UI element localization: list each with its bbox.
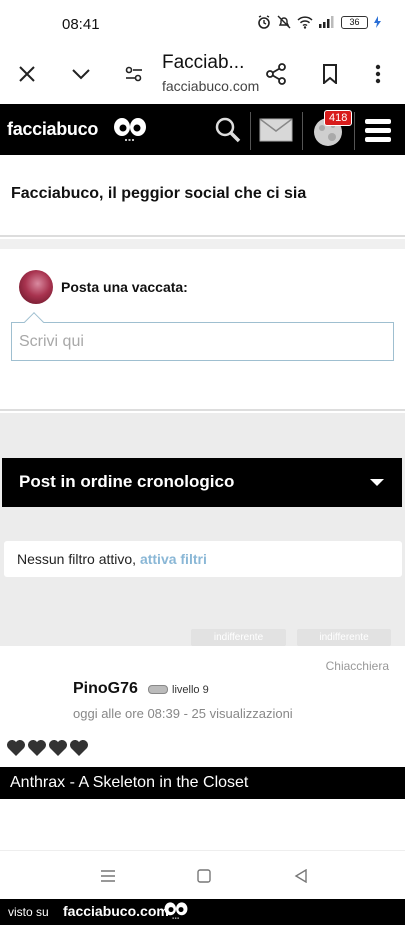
watermark-prefix: visto su: [8, 905, 49, 919]
indifferent-button[interactable]: indifferente: [191, 629, 286, 646]
battery-icon: 36: [341, 15, 368, 29]
composer-label: Posta una vaccata:: [61, 279, 188, 295]
black-heart-icon: [28, 740, 46, 756]
hamburger-icon: [365, 119, 391, 142]
caret-down-icon: [370, 479, 384, 486]
tune-icon: [125, 66, 142, 82]
android-nav-bar: [0, 850, 405, 899]
search-button[interactable]: [210, 109, 246, 151]
user-level: livello 9: [172, 684, 209, 696]
status-icons: 36: [257, 15, 381, 29]
browser-url[interactable]: facciabuco.com: [162, 78, 259, 94]
avatar[interactable]: [19, 270, 53, 304]
post-category[interactable]: Chiacchiera: [326, 659, 389, 673]
order-dropdown[interactable]: Post in ordine cronologico: [2, 458, 402, 507]
page-title: Facciabuco, il peggior social che ci sia: [11, 185, 307, 202]
close-icon: [19, 66, 35, 82]
header-divider: [250, 112, 251, 150]
filter-status: Nessun filtro attivo, attiva filtri: [17, 551, 207, 567]
status-time: 08:41: [62, 16, 100, 33]
post-meta: oggi alle ore 08:39 - 25 visualizzazioni: [73, 706, 293, 721]
minimize-button[interactable]: [65, 58, 97, 90]
browser-toolbar: Facciab... facciabuco.com: [0, 46, 405, 104]
logo-eyes-icon: [112, 116, 148, 149]
post-author[interactable]: PinoG76: [73, 680, 138, 698]
indifferent-button[interactable]: indifferente: [297, 629, 391, 646]
menu-lines-icon: [101, 870, 115, 882]
black-heart-icon: [7, 740, 25, 756]
signal-icon: [319, 16, 335, 28]
status-bar: 08:41 36: [0, 0, 405, 46]
alarm-icon: [257, 15, 271, 29]
watermark-site: facciabuco.com: [63, 903, 169, 919]
post-song-title[interactable]: Anthrax - A Skeleton in the Closet: [0, 767, 405, 799]
share-icon: [266, 63, 286, 85]
recents-button[interactable]: [97, 867, 119, 885]
messages-button[interactable]: [257, 109, 295, 151]
site-settings-button[interactable]: [118, 58, 150, 90]
charging-icon: [374, 16, 381, 28]
more-options-button[interactable]: [362, 58, 394, 90]
notification-count-badge: 418: [324, 110, 353, 126]
watermark-bar: visto su facciabuco.com: [0, 899, 405, 925]
post-composer: Posta una vaccata:: [0, 249, 405, 411]
feed-controls-area: [0, 413, 405, 646]
black-heart-icon: [70, 740, 88, 756]
bookmark-icon: [323, 64, 337, 84]
mute-icon: [277, 15, 291, 29]
bookmark-button[interactable]: [314, 58, 346, 90]
triangle-back-icon: [294, 869, 307, 883]
mail-icon: [259, 118, 293, 142]
more-vert-icon: [375, 64, 381, 84]
filter-box: Nessun filtro attivo, attiva filtri: [4, 541, 402, 577]
browser-page-title: Facciab...: [162, 52, 245, 73]
square-icon: [197, 869, 211, 883]
post-input[interactable]: [11, 322, 394, 361]
hearts-row: [6, 739, 89, 757]
search-icon: [215, 117, 241, 143]
title-section: Facciabuco, il peggior social che ci sia: [0, 155, 405, 237]
back-button[interactable]: [290, 867, 312, 885]
wifi-icon: [297, 15, 313, 29]
close-tab-button[interactable]: [11, 58, 43, 90]
section-gap: [0, 239, 405, 249]
site-logo[interactable]: facciabuco: [7, 119, 98, 140]
header-divider: [354, 112, 355, 150]
order-label: Post in ordine cronologico: [19, 472, 235, 491]
home-button[interactable]: [193, 867, 215, 885]
activate-filters-link[interactable]: attiva filtri: [140, 551, 207, 567]
level-badge-icon: [148, 685, 168, 694]
menu-button[interactable]: [362, 109, 394, 151]
share-button[interactable]: [260, 58, 292, 90]
filter-status-text: Nessun filtro attivo,: [17, 551, 140, 567]
chevron-down-icon: [72, 69, 90, 80]
black-heart-icon: [49, 740, 67, 756]
header-divider: [302, 112, 303, 150]
logo-eyes-icon: [163, 901, 189, 925]
